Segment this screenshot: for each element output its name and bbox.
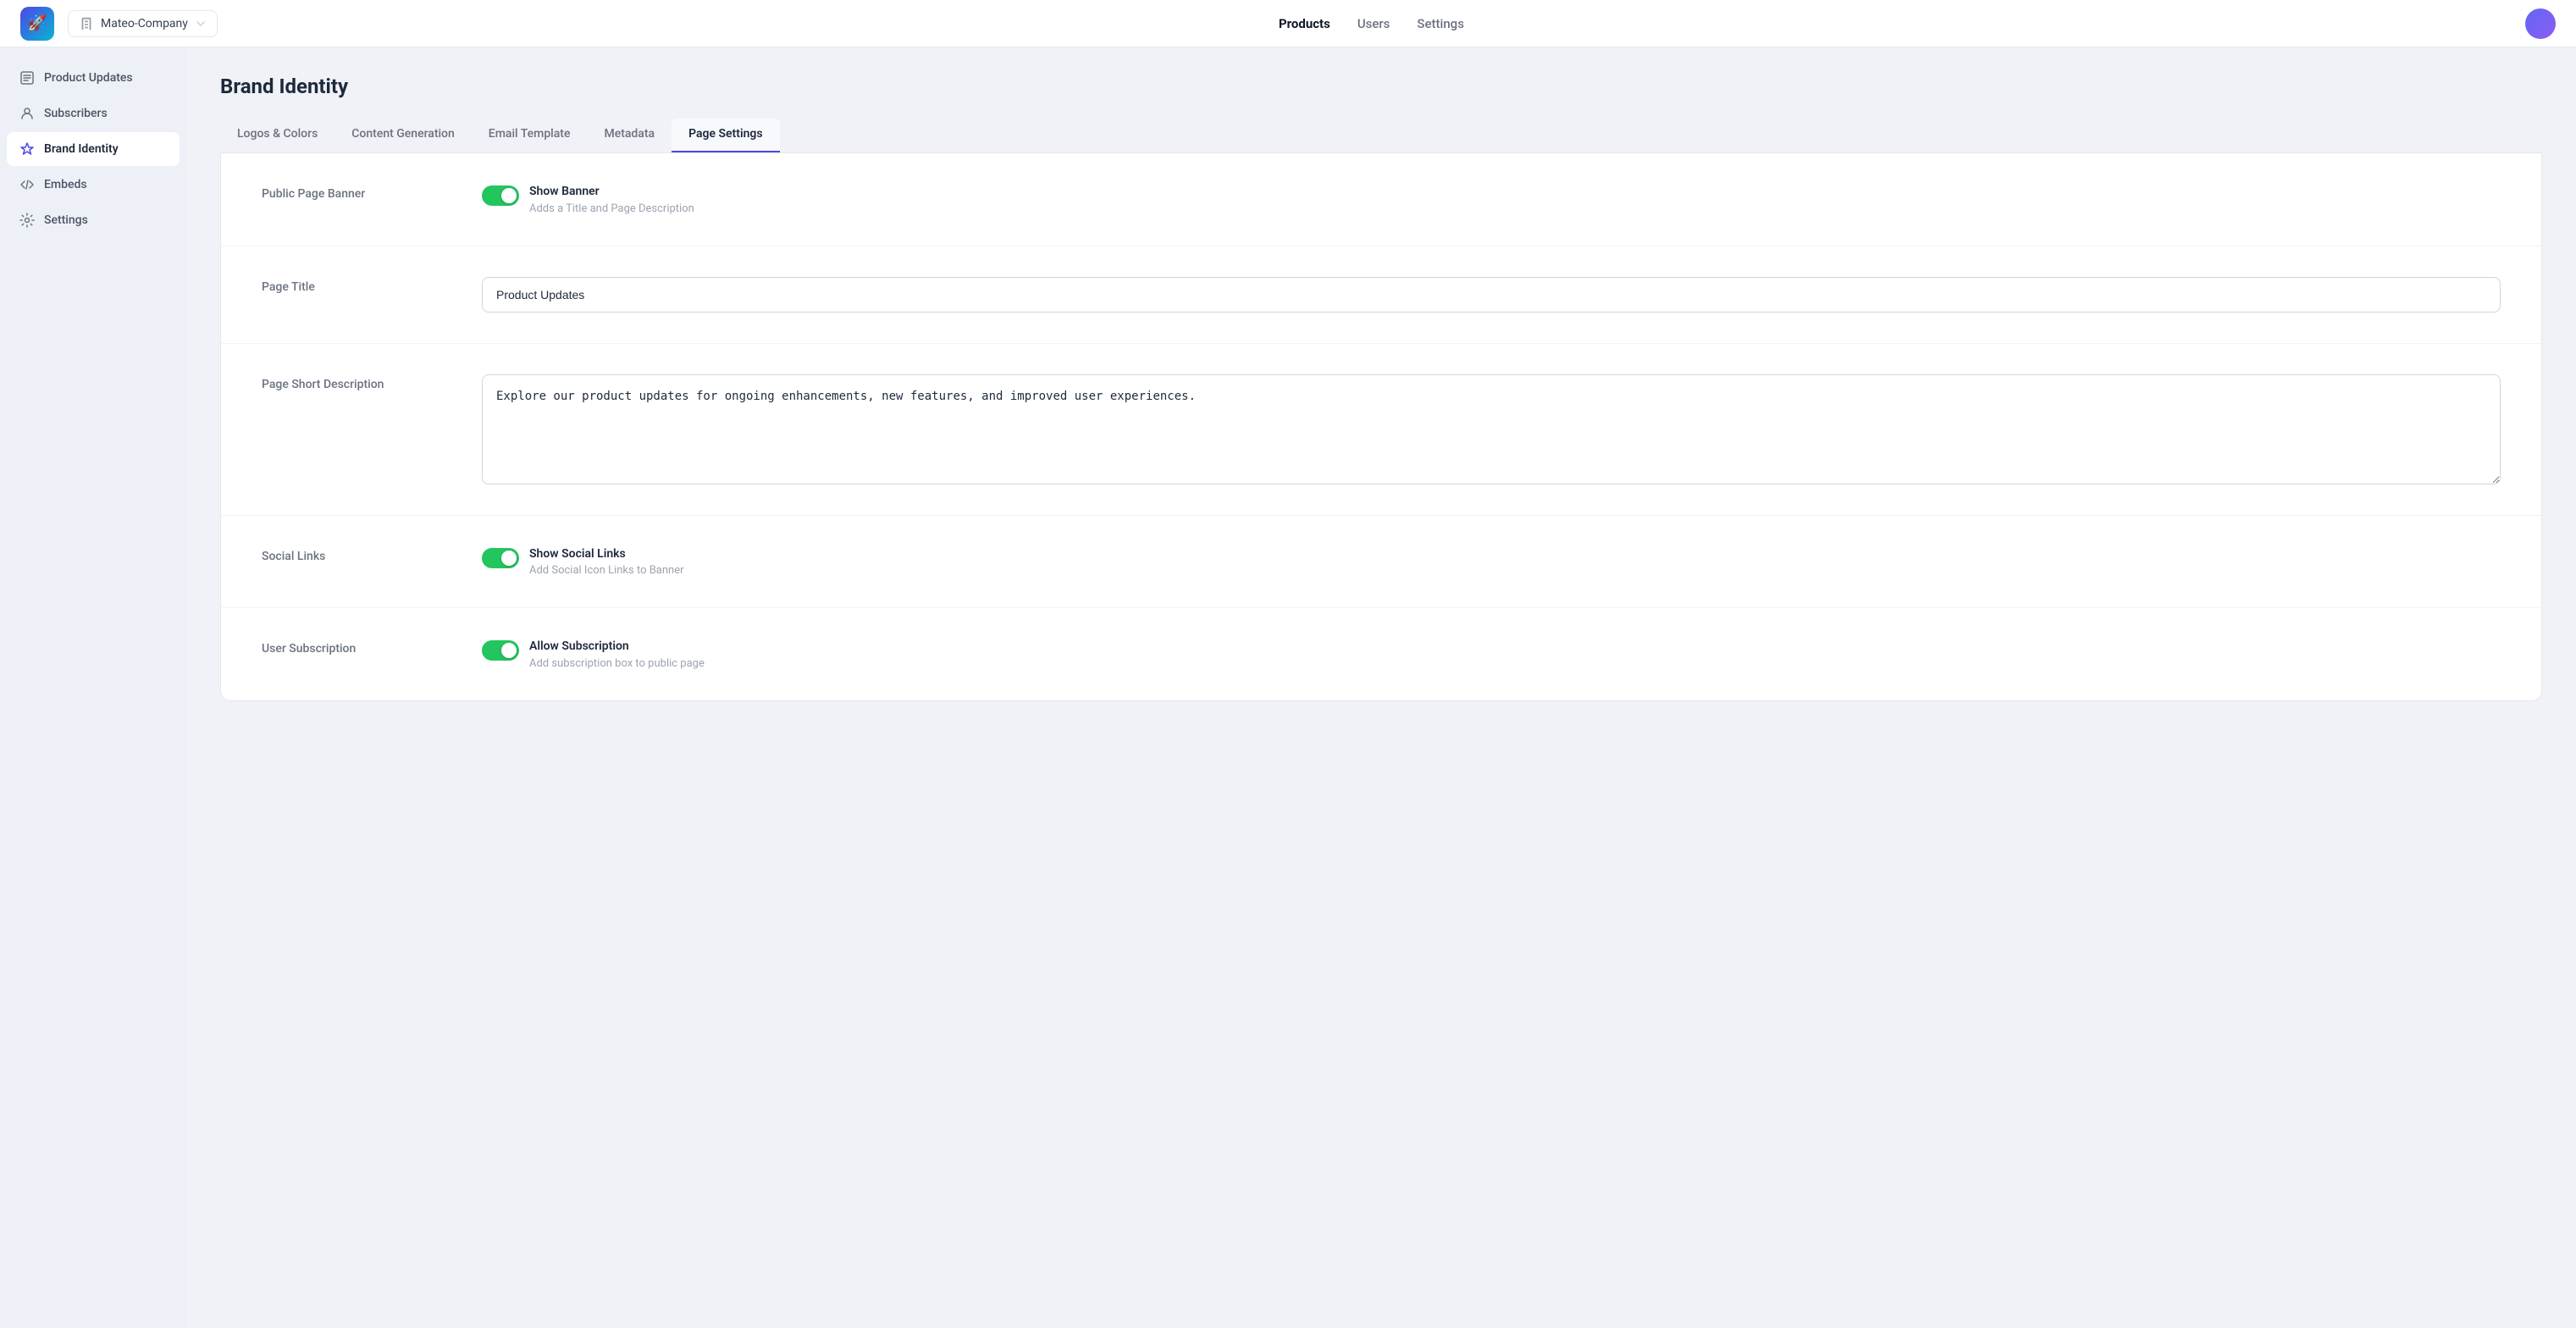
section-control-social: Show Social Links Add Social Icon Links … bbox=[482, 546, 2501, 578]
toggle-text-banner: Show Banner Adds a Title and Page Descri… bbox=[529, 184, 694, 215]
page-title: Brand Identity bbox=[220, 75, 2542, 98]
toggle-row-social: Show Social Links Add Social Icon Links … bbox=[482, 546, 2501, 578]
nav-settings[interactable]: Settings bbox=[1417, 16, 1464, 31]
toggle-title-social: Show Social Links bbox=[529, 546, 684, 563]
toggle-allow-subscription[interactable] bbox=[482, 640, 519, 661]
content-area: Public Page Banner Show Banner Adds a Ti… bbox=[220, 153, 2542, 701]
section-label-social: Social Links bbox=[262, 546, 448, 563]
app-logo[interactable]: 🚀 bbox=[20, 7, 54, 41]
sidebar-label-embeds: Embeds bbox=[44, 178, 87, 191]
sidebar-item-brand-identity[interactable]: Brand Identity bbox=[7, 132, 180, 166]
toggle-row-banner: Show Banner Adds a Title and Page Descri… bbox=[482, 184, 2501, 215]
tab-bar: Logos & Colors Content Generation Email … bbox=[220, 119, 2542, 153]
sidebar-item-subscribers[interactable]: Subscribers bbox=[7, 97, 180, 130]
nav-products[interactable]: Products bbox=[1279, 16, 1330, 31]
chevron-down-icon bbox=[195, 18, 207, 30]
settings-icon bbox=[19, 212, 36, 229]
toggle-title-subscription: Allow Subscription bbox=[529, 639, 705, 656]
sidebar-label-settings: Settings bbox=[44, 213, 88, 227]
company-selector[interactable]: Mateo-Company bbox=[68, 10, 218, 37]
app-layout: Product Updates Subscribers Brand Identi… bbox=[0, 0, 2576, 1328]
section-label-banner: Public Page Banner bbox=[262, 184, 448, 201]
toggle-desc-banner: Adds a Title and Page Description bbox=[529, 202, 694, 215]
section-user-subscription: User Subscription Allow Subscription Add… bbox=[221, 608, 2541, 700]
product-updates-icon bbox=[19, 69, 36, 86]
main-content: Brand Identity Logos & Colors Content Ge… bbox=[186, 47, 2576, 1328]
sidebar-item-settings[interactable]: Settings bbox=[7, 203, 180, 237]
tab-page-settings[interactable]: Page Settings bbox=[672, 119, 780, 152]
toggle-text-subscription: Allow Subscription Add subscription box … bbox=[529, 639, 705, 670]
page-description-textarea[interactable]: Explore our product updates for ongoing … bbox=[482, 374, 2501, 484]
subscribers-icon bbox=[19, 105, 36, 122]
sidebar-item-embeds[interactable]: Embeds bbox=[7, 168, 180, 202]
main-nav: Products Users Settings bbox=[218, 16, 2525, 31]
tab-content-generation[interactable]: Content Generation bbox=[334, 119, 472, 152]
section-control-page-title bbox=[482, 277, 2501, 313]
toggle-show-banner[interactable] bbox=[482, 185, 519, 206]
sidebar-label-subscribers: Subscribers bbox=[44, 107, 108, 120]
toggle-desc-subscription: Add subscription box to public page bbox=[529, 657, 705, 670]
toggle-text-social: Show Social Links Add Social Icon Links … bbox=[529, 546, 684, 578]
section-label-subscription: User Subscription bbox=[262, 639, 448, 656]
tab-logos-colors[interactable]: Logos & Colors bbox=[220, 119, 334, 152]
tab-metadata[interactable]: Metadata bbox=[587, 119, 672, 152]
section-page-title: Page Title bbox=[221, 246, 2541, 344]
toggle-show-social-links[interactable] bbox=[482, 548, 519, 568]
sidebar-item-product-updates[interactable]: Product Updates bbox=[7, 61, 180, 95]
sidebar: Product Updates Subscribers Brand Identi… bbox=[0, 47, 186, 1328]
toggle-row-subscription: Allow Subscription Add subscription box … bbox=[482, 639, 2501, 670]
sidebar-label-product-updates: Product Updates bbox=[44, 71, 133, 85]
sidebar-label-brand-identity: Brand Identity bbox=[44, 142, 119, 156]
toggle-desc-social: Add Social Icon Links to Banner bbox=[529, 564, 684, 577]
nav-users[interactable]: Users bbox=[1357, 16, 1390, 31]
user-avatar[interactable] bbox=[2525, 8, 2556, 39]
building-icon bbox=[79, 16, 94, 31]
brand-identity-icon bbox=[19, 141, 36, 158]
section-public-page-banner: Public Page Banner Show Banner Adds a Ti… bbox=[221, 153, 2541, 246]
section-label-description: Page Short Description bbox=[262, 374, 448, 391]
section-control-subscription: Allow Subscription Add subscription box … bbox=[482, 639, 2501, 670]
section-control-description: Explore our product updates for ongoing … bbox=[482, 374, 2501, 484]
section-control-banner: Show Banner Adds a Title and Page Descri… bbox=[482, 184, 2501, 215]
page-title-input[interactable] bbox=[482, 277, 2501, 313]
embeds-icon bbox=[19, 176, 36, 193]
tab-email-template[interactable]: Email Template bbox=[472, 119, 588, 152]
section-label-page-title: Page Title bbox=[262, 277, 448, 294]
section-social-links: Social Links Show Social Links Add Socia… bbox=[221, 516, 2541, 609]
company-name: Mateo-Company bbox=[101, 17, 188, 30]
toggle-title-banner: Show Banner bbox=[529, 184, 694, 201]
top-navigation: 🚀 Mateo-Company Products Users Settings bbox=[0, 0, 2576, 47]
section-page-description: Page Short Description Explore our produ… bbox=[221, 344, 2541, 516]
